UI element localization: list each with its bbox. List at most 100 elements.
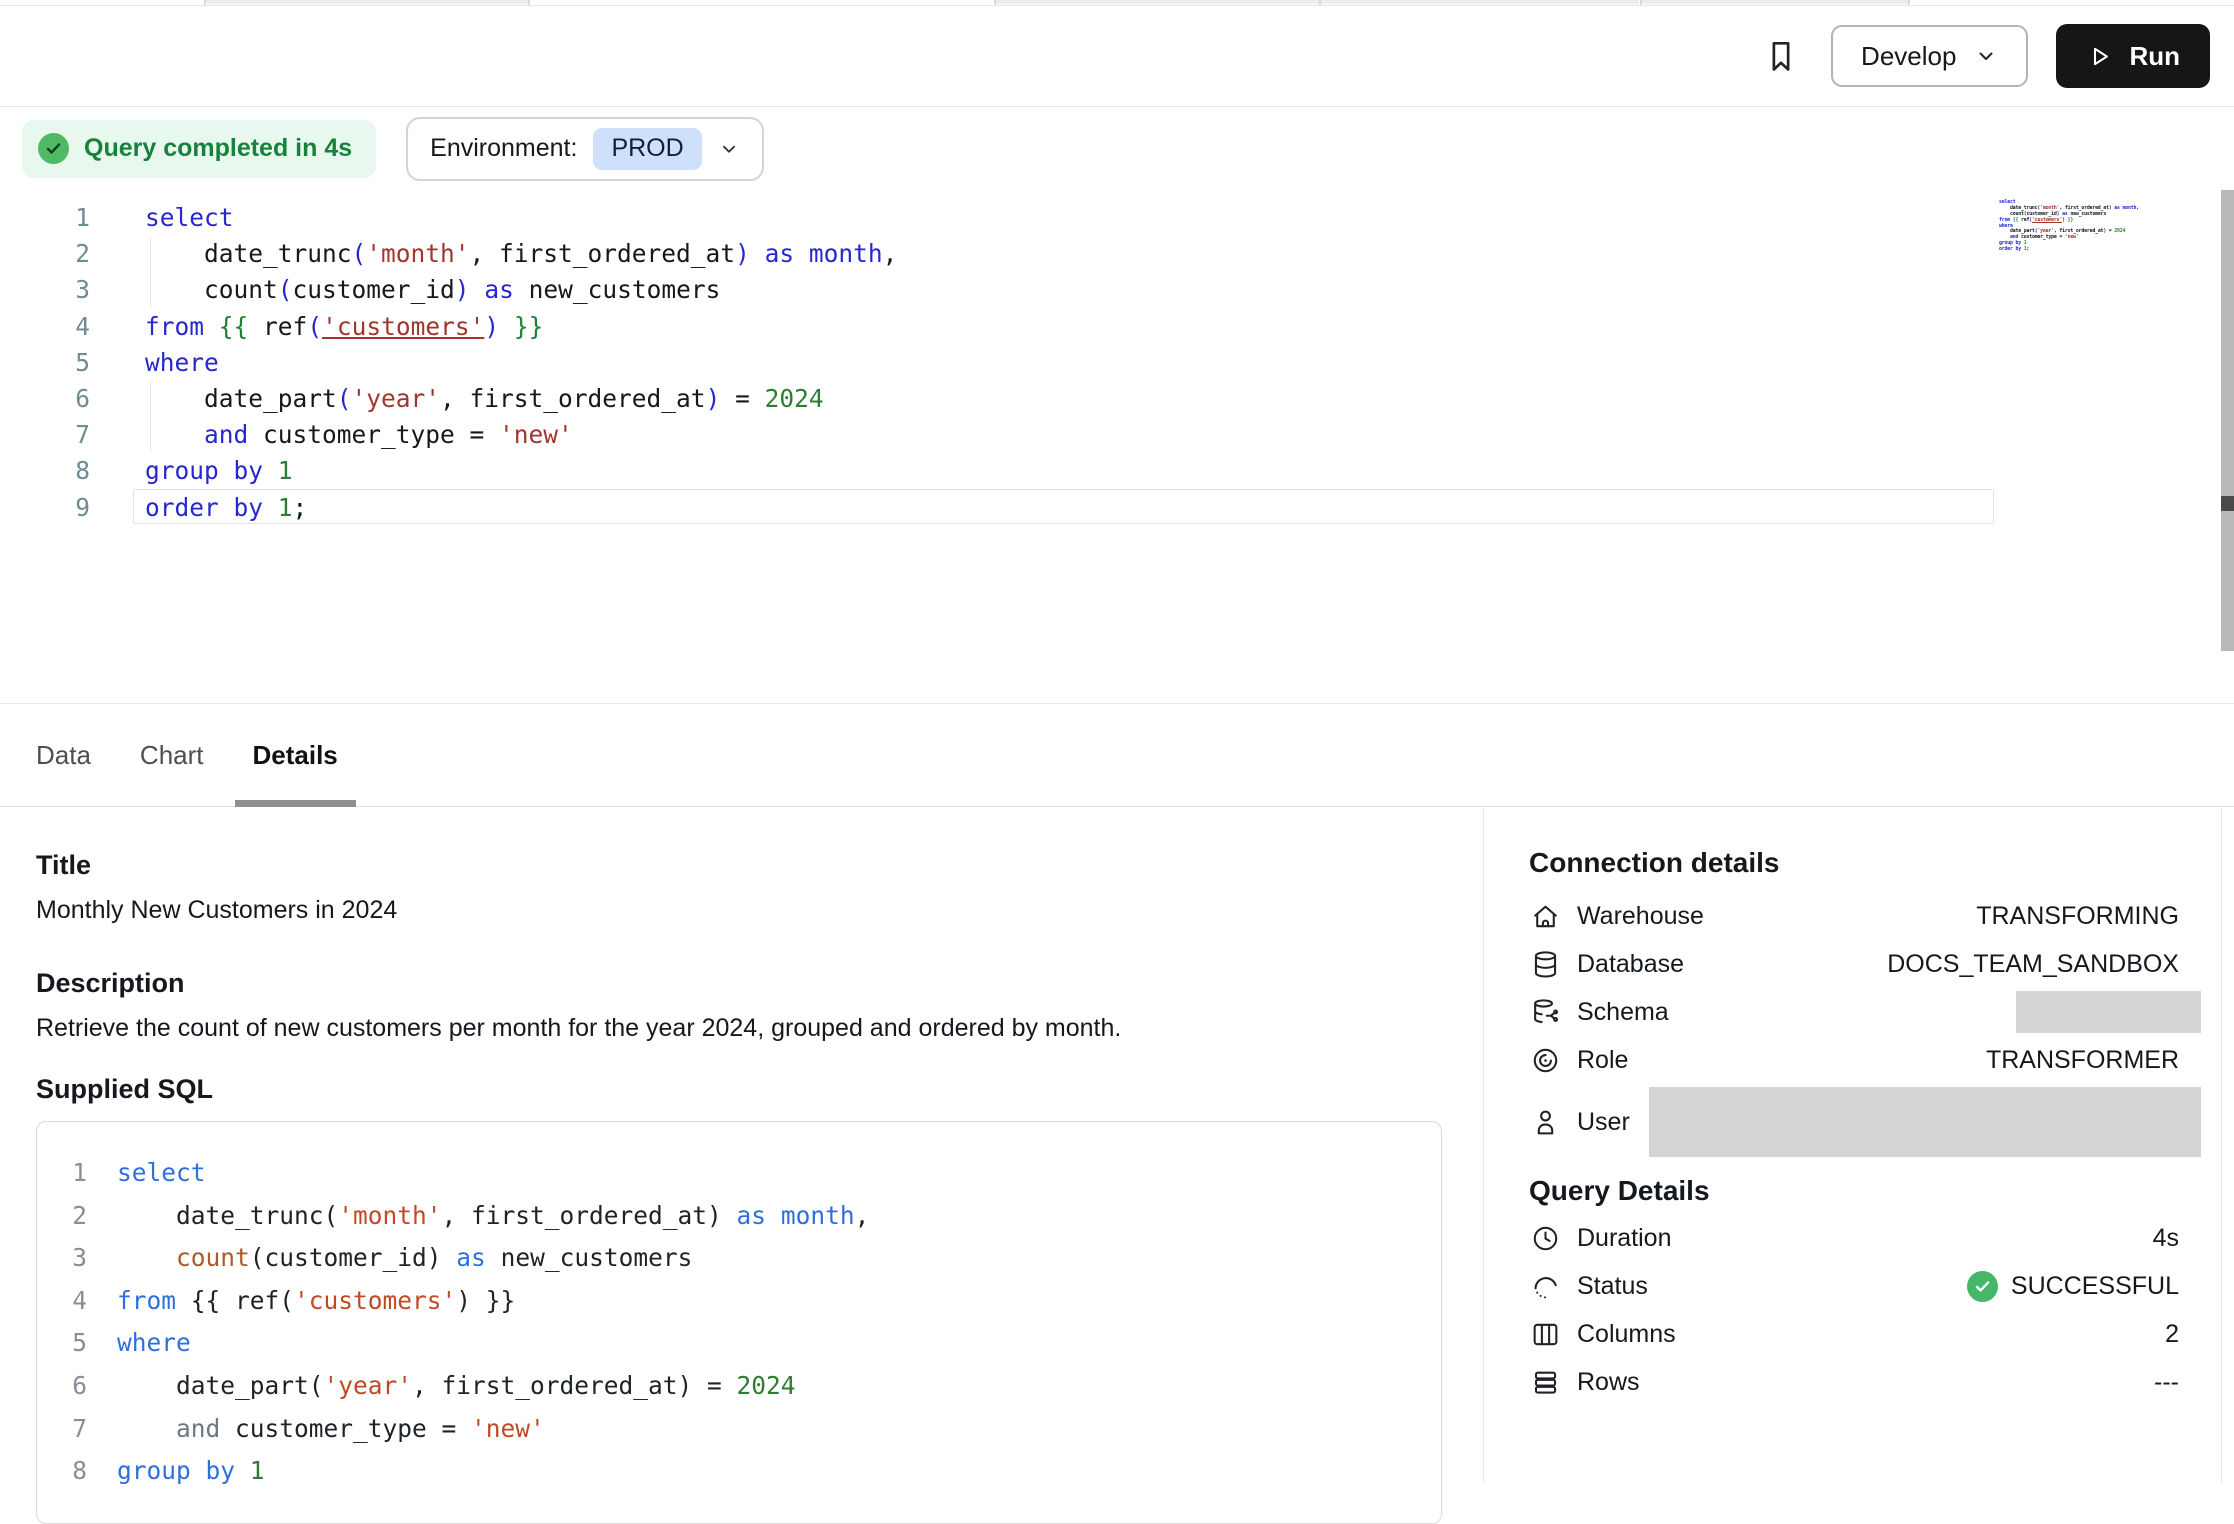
sql-editor[interactable]: 1select2 date_trunc('month', first_order… [0, 190, 2234, 703]
line-number: 8 [0, 453, 90, 489]
detail-row-status: Status SUCCESSFUL [1529, 1262, 2179, 1310]
line-number: 6 [0, 381, 90, 417]
run-button[interactable]: Run [2056, 24, 2210, 88]
code-text: group by 1 [90, 453, 293, 489]
detail-row-rows: Rows --- [1529, 1358, 2179, 1406]
bookmark-icon[interactable] [1759, 34, 1803, 78]
editor-code: 1select2 date_trunc('month', first_order… [0, 200, 897, 526]
detail-row-user: User [1529, 1084, 2179, 1160]
line-number: 5 [37, 1322, 87, 1365]
clock-icon [1529, 1222, 1561, 1254]
detail-label: Duration [1577, 1224, 1672, 1253]
code-text: and customer_type = 'new' [87, 1408, 545, 1451]
status-icon [1529, 1270, 1561, 1302]
detail-value: DOCS_TEAM_SANDBOX [1887, 950, 2179, 979]
detail-row-schema: Schema [1529, 988, 2179, 1036]
detail-row-role: RoleTRANSFORMER [1529, 1036, 2179, 1084]
detail-value: TRANSFORMING [1976, 902, 2179, 931]
query-status-row: Query completed in 4s Environment: PROD [0, 107, 2234, 190]
code-text: select [90, 200, 234, 236]
code-text: order by 1; [90, 490, 307, 526]
detail-value: TRANSFORMER [1986, 1046, 2179, 1075]
supplied-sql-heading: Supplied SQL [36, 1073, 1483, 1105]
panel-edge-divider [2221, 808, 2222, 1482]
detail-label: Rows [1577, 1368, 1640, 1397]
code-line: 9order by 1; [0, 490, 897, 526]
warehouse-icon [1529, 900, 1561, 932]
redacted-value [1649, 1087, 2201, 1157]
detail-value: --- [2154, 1368, 2179, 1397]
header-bar: Develop Run [0, 6, 2234, 107]
role-icon [1529, 1044, 1561, 1076]
code-line: 1select [37, 1152, 1441, 1195]
redacted-value [2016, 991, 2201, 1033]
code-text: count(customer_id) as new_customers [87, 1237, 692, 1280]
line-number: 7 [0, 417, 90, 453]
detail-row-columns: Columns 2 [1529, 1310, 2179, 1358]
code-line: 5where [0, 345, 897, 381]
editor-minimap[interactable]: 1select2 date_trunc('month', first_order… [1995, 200, 2113, 253]
play-icon [2086, 43, 2113, 70]
develop-button[interactable]: Develop [1831, 25, 2028, 87]
description-value: Retrieve the count of new customers per … [36, 1013, 1483, 1043]
title-heading: Title [36, 849, 1483, 881]
tab-strip-divider [1640, 0, 1642, 5]
line-number: 6 [37, 1365, 87, 1408]
code-text: order by 1; [1995, 247, 2029, 253]
detail-value: 2 [2165, 1320, 2179, 1349]
code-text: from {{ ref('customers') }} [90, 309, 543, 345]
tab-strip-divider [528, 0, 530, 5]
code-text: where [87, 1322, 191, 1365]
query-details-heading: Query Details [1529, 1174, 2179, 1208]
supplied-sql-code: 1select2 date_trunc('month', first_order… [37, 1152, 1441, 1493]
code-line: 7 and customer_type = 'new' [37, 1408, 1441, 1451]
detail-value: SUCCESSFUL [2011, 1272, 2179, 1301]
environment-dropdown[interactable]: Environment: PROD [406, 117, 764, 181]
code-line: 8group by 1 [37, 1450, 1441, 1493]
code-text: date_trunc('month', first_ordered_at) as… [87, 1195, 869, 1238]
run-button-label: Run [2129, 41, 2180, 72]
chevron-down-icon [1974, 44, 1998, 68]
tab-strip-segment [994, 0, 1319, 4]
details-panel: Title Monthly New Customers in 2024 Desc… [0, 808, 2234, 1482]
detail-label: Schema [1577, 998, 1669, 1027]
line-number: 1 [0, 200, 90, 236]
query-completed-text: Query completed in 4s [84, 134, 352, 163]
line-number: 7 [37, 1408, 87, 1451]
code-text: select [87, 1152, 206, 1195]
code-line: 9order by 1; [1995, 247, 2113, 253]
supplied-sql-block: 1select2 date_trunc('month', first_order… [36, 1121, 1442, 1524]
tab-data[interactable]: Data [36, 704, 91, 806]
tab-details[interactable]: Details [253, 704, 338, 806]
tab-chart[interactable]: Chart [140, 704, 204, 806]
tab-strip-divider [204, 0, 206, 5]
line-number: 2 [0, 236, 90, 272]
code-line: 2 date_trunc('month', first_ordered_at) … [0, 236, 897, 272]
code-text: count(customer_id) as new_customers [90, 272, 720, 308]
title-value: Monthly New Customers in 2024 [36, 895, 1483, 925]
tab-strip-divider [1908, 0, 1910, 5]
code-line: 5where [37, 1322, 1441, 1365]
code-line: 3 count(customer_id) as new_customers [0, 272, 897, 308]
code-line: 4from {{ ref('customers') }} [0, 309, 897, 345]
scrollbar-thumb[interactable] [2221, 496, 2234, 511]
code-text: where [90, 345, 219, 381]
tab-strip-segment [1642, 0, 1908, 4]
connection-details-rows: WarehouseTRANSFORMINGDatabaseDOCS_TEAM_S… [1529, 892, 2179, 1160]
detail-row-database: DatabaseDOCS_TEAM_SANDBOX [1529, 940, 2179, 988]
line-number: 8 [37, 1450, 87, 1493]
editor-scrollbar[interactable] [2221, 190, 2234, 651]
details-left-column: Title Monthly New Customers in 2024 Desc… [0, 808, 1483, 1482]
detail-label: Status [1577, 1272, 1648, 1301]
line-number: 4 [0, 309, 90, 345]
rows-icon [1529, 1366, 1561, 1398]
schema-icon [1529, 996, 1561, 1028]
code-text: date_part('year', first_ordered_at) = 20… [87, 1365, 796, 1408]
query-completed-badge: Query completed in 4s [22, 120, 376, 178]
detail-label: Columns [1577, 1320, 1676, 1349]
line-number: 4 [37, 1280, 87, 1323]
detail-value: 4s [2153, 1224, 2179, 1253]
database-icon [1529, 948, 1561, 980]
code-line: 4from {{ ref('customers') }} [37, 1280, 1441, 1323]
result-tabbar: Data Chart Details [0, 703, 2234, 807]
